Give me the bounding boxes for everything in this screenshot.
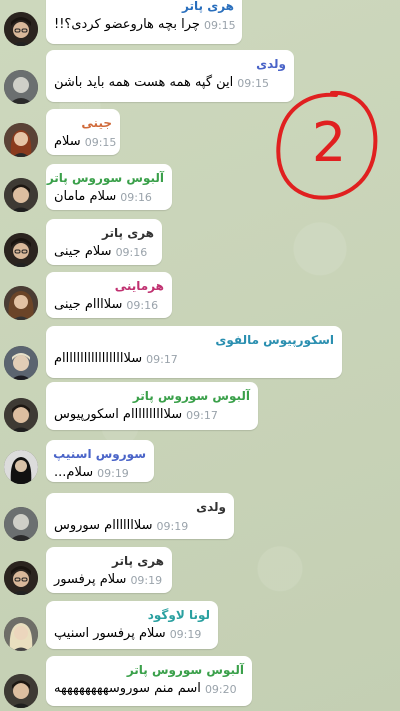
- avatar-albus[interactable]: [4, 398, 38, 432]
- message-time: 09:15: [203, 19, 236, 32]
- message-row: هری پاتر سلام پرفسور 09:19: [0, 547, 400, 595]
- message-bubble[interactable]: ولدی این گپه همه هست همه باید باشن 09:15: [46, 50, 294, 102]
- message-line: این گپه همه هست همه باید باشن 09:15: [54, 74, 286, 92]
- message-time: 09:17: [186, 409, 218, 422]
- avatar-voldy[interactable]: [4, 507, 38, 541]
- avatar-harry[interactable]: [4, 233, 38, 267]
- avatar-luna[interactable]: [4, 617, 38, 651]
- message-row: لونا لاوگود سلام پرفسور اسنیپ 09:19: [0, 601, 400, 651]
- message-bubble[interactable]: ولدی سلااااااام سوروس 09:19: [46, 493, 234, 539]
- message-line: سلام 09:15: [54, 133, 116, 151]
- message-row: آلبوس سوروس پاتر اسم منم سوروسههههههههه 09…: [0, 656, 400, 708]
- message-line: سلام... 09:19: [54, 464, 146, 482]
- message-time: 09:19: [169, 628, 202, 641]
- sender-name[interactable]: جینی: [54, 115, 112, 131]
- avatar-albus[interactable]: [4, 178, 38, 212]
- sender-name[interactable]: آلبوس سوروس پاتر: [47, 170, 164, 186]
- message-text: سلام جینی: [54, 244, 112, 259]
- message-row: سوروس اسنیپ سلام... 09:19: [0, 440, 400, 484]
- sender-name[interactable]: آلبوس سوروس پاتر: [54, 388, 250, 404]
- message-bubble[interactable]: هرماینی سلاااام جینی 09:16: [46, 272, 172, 318]
- sender-name[interactable]: هرماینی: [54, 278, 164, 294]
- message-line: سلام مامان 09:16: [54, 188, 164, 206]
- message-line: چرا بچه هاروعضو کردی؟!! 09:15: [54, 16, 236, 34]
- sender-name[interactable]: هری پاتر: [54, 225, 154, 241]
- message-text: سلاااااااااااااااااام: [54, 351, 143, 366]
- message-time: 09:15: [237, 77, 269, 90]
- message-text: سلام پرفسور اسنیپ: [54, 626, 166, 641]
- avatar-harry[interactable]: [4, 12, 38, 46]
- message-line: سلاااااااااااااااااام 09:17: [54, 350, 334, 368]
- message-row: ولدی سلااااااام سوروس 09:19: [0, 493, 400, 541]
- message-text: چرا بچه هاروعضو کردی؟!!: [54, 17, 200, 32]
- annotation-number: 2: [312, 111, 346, 174]
- sender-name[interactable]: لونا لاوگود: [54, 607, 210, 623]
- message-bubble[interactable]: لونا لاوگود سلام پرفسور اسنیپ 09:19: [46, 601, 218, 649]
- message-text: سلام پرفسور: [54, 572, 127, 587]
- avatar-ginny[interactable]: [4, 123, 38, 157]
- message-bubble[interactable]: هری پاتر سلام پرفسور 09:19: [46, 547, 172, 593]
- message-row: اسکورپیوس مالفوی سلاااااااااااااااااام 09:…: [0, 326, 400, 380]
- message-row: هری پاتر چرا بچه هاروعضو کردی؟!! 09:15: [0, 0, 400, 46]
- message-row: هرماینی سلاااام جینی 09:16: [0, 272, 400, 320]
- message-line: سلام پرفسور اسنیپ 09:19: [54, 625, 210, 643]
- sender-name[interactable]: سوروس اسنیپ: [53, 446, 146, 462]
- message-bubble[interactable]: آلبوس سوروس پاتر سلاااااااااام اسکورپیوس 0…: [46, 382, 258, 430]
- message-text: سلام مامان: [54, 189, 117, 204]
- sender-name[interactable]: هری پاتر: [54, 0, 234, 14]
- avatar-albus[interactable]: [4, 674, 38, 708]
- message-time: 09:19: [97, 467, 129, 480]
- sender-name[interactable]: ولدی: [54, 499, 226, 515]
- message-bubble[interactable]: هری پاتر سلام جینی 09:16: [46, 219, 162, 265]
- message-row: آلبوس سوروس پاتر سلاااااااااام اسکورپیوس 0…: [0, 382, 400, 432]
- message-line: اسم منم سوروسههههههههه 09:20: [54, 680, 244, 698]
- message-row: هری پاتر سلام جینی 09:16: [0, 219, 400, 267]
- message-time: 09:19: [130, 574, 163, 587]
- avatar-hermione[interactable]: [4, 286, 38, 320]
- message-time: 09:15: [84, 136, 117, 149]
- avatar-harry[interactable]: [4, 561, 38, 595]
- avatar-scorpius[interactable]: [4, 346, 38, 380]
- message-time: 09:16: [115, 246, 148, 259]
- message-line: سلااااااام سوروس 09:19: [54, 517, 226, 535]
- message-time: 09:17: [146, 353, 178, 366]
- message-line: سلاااام جینی 09:16: [54, 296, 164, 314]
- message-bubble[interactable]: اسکورپیوس مالفوی سلاااااااااااااااااام 09:…: [46, 326, 342, 378]
- message-line: سلاااااااااام اسکورپیوس 09:17: [54, 406, 250, 424]
- message-text: سلاااام جینی: [54, 297, 123, 312]
- message-time: 09:20: [204, 683, 237, 696]
- message-text: سلام...: [54, 465, 94, 480]
- avatar-snape[interactable]: [4, 450, 38, 484]
- message-time: 09:16: [126, 299, 159, 312]
- sender-name[interactable]: آلبوس سوروس پاتر: [54, 662, 244, 678]
- message-text: این گپه همه هست همه باید باشن: [54, 75, 234, 90]
- sender-name[interactable]: ولدی: [54, 56, 286, 72]
- message-bubble[interactable]: سوروس اسنیپ سلام... 09:19: [46, 440, 154, 482]
- sender-name[interactable]: هری پاتر: [54, 553, 164, 569]
- message-text: سلام: [54, 134, 81, 149]
- message-bubble[interactable]: جینی سلام 09:15: [46, 109, 120, 155]
- message-bubble[interactable]: آلبوس سوروس پاتر اسم منم سوروسههههههههه 09…: [46, 656, 252, 706]
- message-text: اسم منم سوروسههههههههه: [54, 681, 201, 696]
- message-bubble[interactable]: آلبوس سوروس پاتر سلام مامان 09:16: [46, 164, 172, 210]
- sender-name[interactable]: اسکورپیوس مالفوی: [54, 332, 334, 348]
- avatar-voldy[interactable]: [4, 70, 38, 104]
- message-line: سلام جینی 09:16: [54, 243, 154, 261]
- circled-number-annotation: 2: [276, 90, 378, 200]
- message-bubble[interactable]: هری پاتر چرا بچه هاروعضو کردی؟!! 09:15: [46, 0, 242, 44]
- message-time: 09:16: [120, 191, 152, 204]
- message-text: سلااااااام سوروس: [54, 518, 153, 533]
- message-line: سلام پرفسور 09:19: [54, 571, 164, 589]
- message-time: 09:19: [156, 520, 189, 533]
- message-text: سلاااااااااام اسکورپیوس: [54, 407, 183, 422]
